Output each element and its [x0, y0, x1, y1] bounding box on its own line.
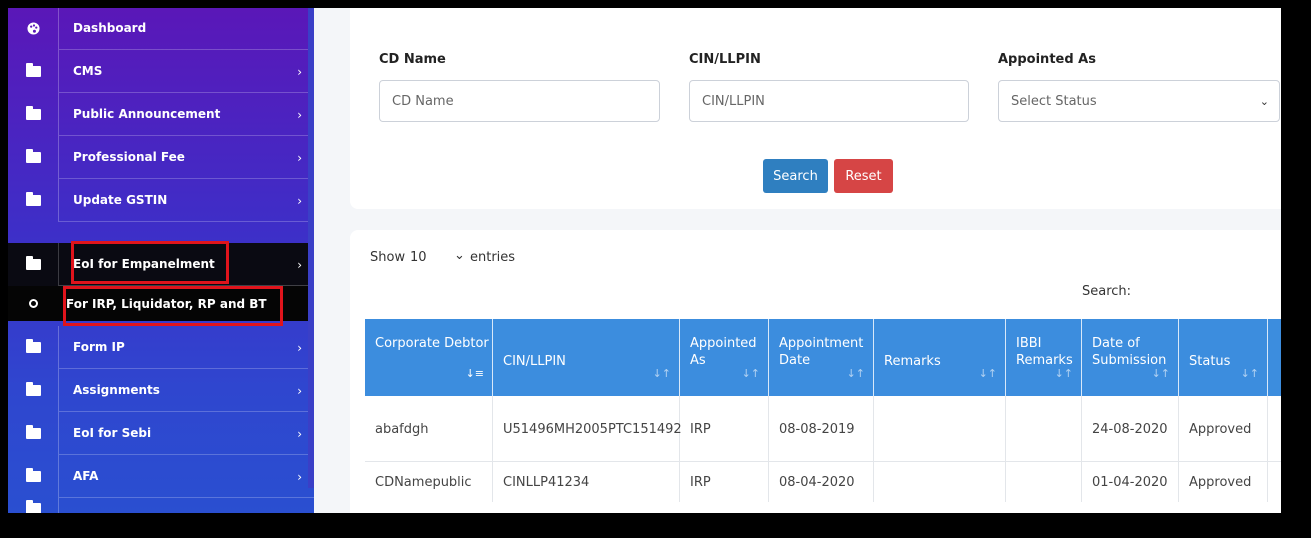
chevron-right-icon: › [297, 383, 302, 398]
folder-icon [25, 106, 41, 120]
appointed-as-value: Select Status [1011, 93, 1097, 109]
palette-icon [8, 8, 58, 50]
column-header-corporate-debtor[interactable]: Corporate Debtor ↓≡ [365, 319, 493, 396]
reset-button[interactable]: Reset [834, 159, 893, 193]
table-row: CDNamepublic CINLLP41234 IRP 08-04-2020 … [365, 462, 1281, 513]
cell-cin: CINLLP41234 [493, 462, 680, 502]
circle-icon [28, 299, 38, 308]
sidebar-item-dashboard[interactable]: Dashboard [8, 8, 314, 50]
chevron-right-icon: › [297, 340, 302, 355]
cell-remarks [874, 462, 1006, 502]
table-row: abafdgh U51496MH2005PTC151492 IRP 08-08-… [365, 396, 1281, 462]
column-header-status[interactable]: Status ↓↑ [1179, 319, 1268, 396]
highlight-box [71, 241, 229, 284]
folder-icon [25, 149, 41, 163]
sidebar-item-cms[interactable]: CMS › [8, 50, 314, 93]
column-header-appointed-as[interactable]: Appointed As ↓↑ [680, 319, 769, 396]
cell-appointment-date: 08-04-2020 [769, 462, 874, 502]
sidebar-item-label: Form IP [58, 326, 314, 369]
sidebar-item-partial [8, 498, 314, 513]
folder-icon [25, 499, 41, 513]
cin-label: CIN/LLPIN [689, 52, 761, 67]
cell-date-of-submission: 24-08-2020 [1082, 396, 1179, 462]
page-size-select[interactable]: 10 [410, 250, 427, 265]
cell-remarks [874, 396, 1006, 462]
chevron-right-icon: › [297, 64, 302, 79]
show-label: Show [370, 250, 406, 265]
sidebar-item-form-ip[interactable]: Form IP › [8, 326, 314, 369]
sort-icon: ↓↑ [978, 367, 997, 380]
sort-icon: ↓↑ [846, 367, 865, 380]
column-header-appointment-date[interactable]: Appointment Date ↓↑ [769, 319, 874, 396]
table-search-label: Search: [1082, 284, 1132, 299]
cell-appointment-date: 08-08-2019 [769, 396, 874, 462]
sort-icon: ↓↑ [1054, 367, 1073, 380]
folder-icon [25, 382, 41, 396]
sidebar-item-label: AFA [58, 455, 314, 498]
sidebar-item-assignments[interactable]: Assignments › [8, 369, 314, 412]
folder-icon [25, 425, 41, 439]
sidebar-item-afa[interactable]: AFA › [8, 455, 314, 498]
cell-status: Approved [1179, 462, 1268, 502]
sidebar-item-update-gstin[interactable]: Update GSTIN › [8, 179, 314, 222]
column-header-remarks[interactable]: Remarks ↓↑ [874, 319, 1006, 396]
sidebar-item-label: Assignments [58, 369, 314, 412]
cell-appointed-as: IRP [680, 462, 769, 502]
cd-name-input[interactable]: CD Name [379, 80, 660, 122]
chevron-right-icon: › [297, 257, 302, 272]
cell-appointed-as: IRP [680, 396, 769, 462]
highlight-box [63, 286, 283, 326]
search-button[interactable]: Search [763, 159, 828, 193]
sidebar-item-label: Update GSTIN [58, 179, 314, 222]
chevron-down-icon: ⌄ [1259, 94, 1269, 108]
chevron-right-icon: › [297, 150, 302, 165]
chevron-down-icon: ⌄ [454, 248, 465, 263]
appointed-as-label: Appointed As [998, 52, 1096, 67]
app-frame: Dashboard CMS › Public Announcement › Pr… [8, 8, 1281, 513]
folder-icon [25, 339, 41, 353]
folder-icon [25, 192, 41, 206]
sidebar-item-label: Dashboard [58, 8, 314, 50]
sidebar-item-eoi-sebi[interactable]: EoI for Sebi › [8, 412, 314, 455]
cin-input[interactable]: CIN/LLPIN [689, 80, 969, 122]
cell-corporate-debtor: abafdgh [365, 396, 493, 462]
sidebar-item-label: Public Announcement [58, 93, 314, 136]
cell-cin: U51496MH2005PTC151492 [493, 396, 682, 462]
table-header: Corporate Debtor ↓≡ CIN/LLPIN ↓↑ Appoint… [365, 319, 1281, 396]
chevron-right-icon: › [297, 107, 302, 122]
cell-ibbi-remarks [1006, 462, 1082, 502]
column-header-ibbi-remarks[interactable]: IBBI Remarks ↓↑ [1006, 319, 1082, 396]
cell-date-of-submission: 01-04-2020 [1082, 462, 1179, 502]
folder-icon [25, 63, 41, 77]
sidebar-item-professional-fee[interactable]: Professional Fee › [8, 136, 314, 179]
column-header-date-of-submission[interactable]: Date of Submission ↓↑ [1082, 319, 1179, 396]
chevron-right-icon: › [297, 426, 302, 441]
entries-label: entries [470, 250, 516, 265]
sort-icon: ↓≡ [465, 367, 484, 380]
sort-icon: ↓↑ [1240, 367, 1259, 380]
sort-icon: ↓↑ [741, 367, 760, 380]
appointed-as-select[interactable]: Select Status ⌄ [998, 80, 1280, 122]
folder-icon [25, 256, 41, 270]
sidebar-item-label: Professional Fee [58, 136, 314, 179]
chevron-right-icon: › [297, 469, 302, 484]
cd-name-label: CD Name [379, 52, 446, 67]
chevron-right-icon: › [297, 193, 302, 208]
sidebar-item-label: CMS [58, 50, 314, 93]
sidebar-scrollbar[interactable] [308, 8, 314, 488]
sort-icon: ↓↑ [1151, 367, 1170, 380]
column-header-cin[interactable]: CIN/LLPIN ↓↑ [493, 319, 680, 396]
folder-icon [25, 468, 41, 482]
cell-corporate-debtor: CDNamepublic [365, 462, 493, 502]
sidebar-item-public-announcement[interactable]: Public Announcement › [8, 93, 314, 136]
cell-ibbi-remarks [1006, 396, 1082, 462]
sidebar-item-label: EoI for Sebi [58, 412, 314, 455]
cell-status: Approved [1179, 396, 1268, 462]
sort-icon: ↓↑ [652, 367, 671, 380]
